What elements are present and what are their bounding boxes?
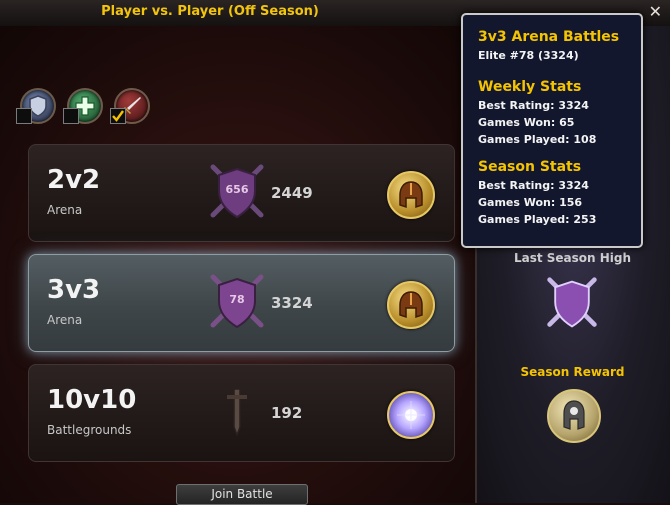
close-button[interactable]: ✕ [649,2,662,21]
bracket-mode: 2v2 [47,165,101,195]
sword-emblem-icon [207,381,267,449]
window-title: Player vs. Player (Off Season) [101,4,319,19]
rank-number: 656 [225,183,249,196]
rank-number: 78 [229,293,245,306]
season-stats-heading: Season Stats [478,159,582,175]
season-games-played: Games Played: 253 [478,213,597,226]
tooltip-tier: Elite #78 (3324) [478,49,579,62]
bracket-type: Arena [47,313,83,327]
bracket-card-3v3[interactable]: 3v3 Arena 78 3324 [28,254,455,352]
rank-emblem-icon: 78 [207,271,267,339]
battleground-orb-medal[interactable] [387,391,435,439]
reward-crest-icon [563,400,585,430]
weekly-games-won: Games Won: 65 [478,116,575,129]
healer-role-checkbox[interactable] [63,108,79,124]
weekly-best-rating: Best Rating: 3324 [478,99,589,112]
damage-role-checkbox[interactable] [110,108,126,124]
join-battle-button[interactable]: Join Battle [176,484,308,505]
rank-emblem-icon: 656 [207,161,267,229]
last-season-label: Last Season High [513,251,632,265]
bracket-mode: 3v3 [47,275,101,305]
bracket-rating: 3324 [271,294,313,312]
bracket-rating: 192 [271,404,303,422]
tank-role-checkbox[interactable] [16,108,32,124]
bracket-stats-tooltip: 3v3 Arena Battles Elite #78 (3324) Weekl… [461,13,643,248]
orb-icon [397,401,425,429]
last-season-emblem-icon [544,274,600,338]
bracket-type: Arena [47,203,83,217]
helmet-icon [399,291,423,319]
helmet-icon [399,181,423,209]
bracket-type: Battlegrounds [47,423,132,437]
weekly-stats-heading: Weekly Stats [478,79,582,95]
bracket-card-10v10[interactable]: 10v10 Battlegrounds 192 [28,364,455,462]
bracket-rating: 2449 [271,184,313,202]
season-best-rating: Best Rating: 3324 [478,179,589,192]
bracket-card-2v2[interactable]: 2v2 Arena 656 2449 [28,144,455,242]
weekly-games-played: Games Played: 108 [478,133,597,146]
arena-helmet-medal[interactable] [387,281,435,329]
season-reward-label: Season Reward [520,365,625,379]
season-reward-medal[interactable] [547,389,601,443]
tooltip-heading: 3v3 Arena Battles [478,29,620,45]
season-games-won: Games Won: 156 [478,196,583,209]
arena-helmet-medal[interactable] [387,171,435,219]
checkmark-icon [112,110,124,122]
bracket-mode: 10v10 [47,385,137,415]
